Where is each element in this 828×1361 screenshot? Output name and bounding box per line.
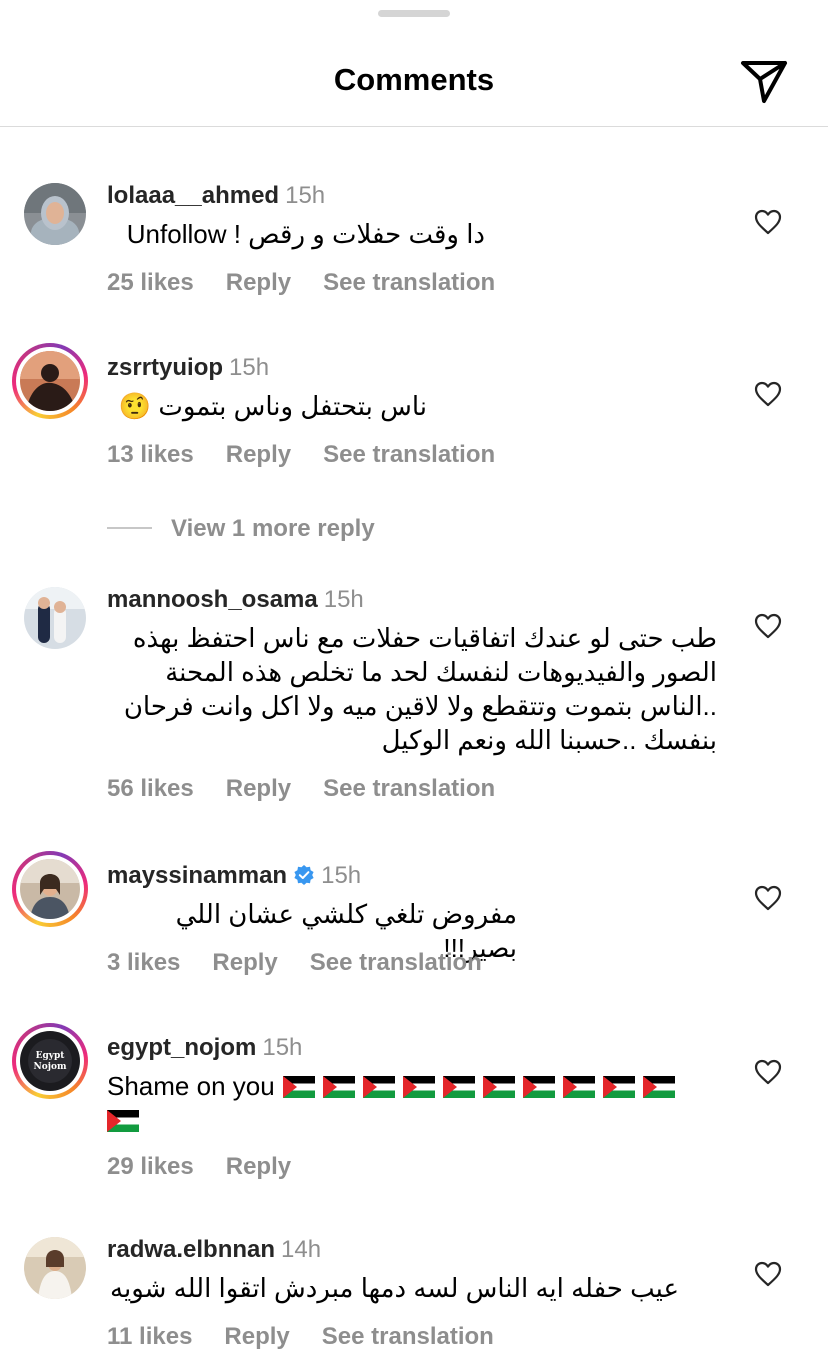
palestine-flag-icon (282, 1076, 315, 1098)
heart-icon[interactable] (754, 1261, 782, 1287)
comment-actions: 56 likes Reply See translation (107, 775, 527, 803)
timestamp: 15h (323, 586, 364, 613)
avatar-image (24, 183, 86, 245)
comment-text: طب حتى لو عندك اتفاقيات حفلات مع ناس احت… (123, 623, 717, 755)
username[interactable]: radwa.elbnnan (107, 1236, 275, 1263)
palestine-flag-icon (322, 1076, 355, 1098)
reply-button[interactable]: Reply (226, 441, 291, 468)
palestine-flag-icon (482, 1076, 515, 1098)
likes-count[interactable]: 25 likes (107, 269, 194, 296)
comment-actions: 25 likes Reply See translation (107, 269, 527, 297)
avatar-image: Egypt Nojom (20, 1031, 80, 1091)
comment-text: Shame on you (107, 1071, 275, 1101)
likes-count[interactable]: 56 likes (107, 775, 194, 802)
reply-button[interactable]: Reply (226, 775, 291, 802)
see-translation-button[interactable]: See translation (322, 1323, 494, 1350)
comments-header: Comments (0, 0, 828, 127)
see-translation-button[interactable]: See translation (323, 269, 495, 296)
see-translation-button[interactable]: See translation (310, 949, 482, 976)
avatar-image (20, 859, 80, 919)
divider (107, 527, 152, 529)
avatar-image (24, 1237, 86, 1299)
reply-button[interactable]: Reply (212, 949, 277, 976)
timestamp: 15h (321, 862, 362, 889)
heart-icon[interactable] (754, 381, 782, 407)
heart-icon[interactable] (754, 1059, 782, 1085)
username[interactable]: mayssinamman (107, 862, 287, 889)
likes-count[interactable]: 11 likes (107, 1323, 192, 1350)
avatar-image (24, 587, 86, 649)
view-more-replies-label: View 1 more reply (171, 515, 375, 542)
avatar-story-ring[interactable]: Egypt Nojom (12, 1023, 88, 1099)
palestine-flag-icon (602, 1076, 635, 1098)
timestamp: 15h (262, 1034, 303, 1061)
avatar[interactable] (24, 1237, 86, 1299)
username[interactable]: zsrrtyuiop (107, 354, 223, 381)
avatar-story-ring[interactable] (12, 343, 88, 419)
avatar-story-ring[interactable] (12, 851, 88, 927)
palestine-flag-icon (642, 1076, 675, 1098)
see-translation-button[interactable]: See translation (323, 775, 495, 802)
username[interactable]: mannoosh_osama (107, 586, 318, 613)
palestine-flag-icon (107, 1110, 139, 1132)
heart-icon[interactable] (754, 209, 782, 235)
palestine-flag-icon (562, 1076, 595, 1098)
see-translation-button[interactable]: See translation (323, 441, 495, 468)
likes-count[interactable]: 3 likes (107, 949, 180, 976)
page-title: Comments (333, 62, 495, 97)
likes-count[interactable]: 29 likes (107, 1153, 194, 1180)
heart-icon[interactable] (754, 613, 782, 639)
comment-actions: 11 likes Reply See translation (107, 1323, 526, 1351)
comment-actions: 13 likes Reply See translation (107, 441, 527, 469)
palestine-flag-icon (402, 1076, 435, 1098)
svg-text:Egypt: Egypt (36, 1051, 66, 1061)
reply-button[interactable]: Reply (226, 1153, 291, 1180)
reply-button[interactable]: Reply (226, 269, 291, 296)
reply-button[interactable]: Reply (224, 1323, 289, 1350)
comment-text: ناس بتحتفل وناس بتموت 🤨 (118, 391, 427, 421)
view-more-replies-button[interactable]: View 1 more reply (107, 515, 467, 545)
comment-actions: 29 likes Reply (107, 1153, 323, 1181)
avatar[interactable] (24, 587, 86, 649)
username[interactable]: lolaaa__ahmed (107, 182, 279, 209)
palestine-flag-icon (442, 1076, 475, 1098)
likes-count[interactable]: 13 likes (107, 441, 194, 468)
username[interactable]: egypt_nojom (107, 1034, 256, 1061)
palestine-flag-icon (522, 1076, 555, 1098)
avatar[interactable] (24, 183, 86, 245)
comment-text: عيب حفله ايه الناس لسه دمها مبردش اتقوا … (110, 1273, 679, 1303)
timestamp: 15h (285, 182, 326, 209)
palestine-flag-icon (362, 1076, 395, 1098)
comment-actions: 3 likes Reply See translation (107, 949, 514, 977)
comment-text: دا وقت حفلات و رقص ! Unfollow (126, 219, 485, 249)
heart-icon[interactable] (754, 885, 782, 911)
verified-badge-icon (294, 865, 314, 885)
svg-text:Nojom: Nojom (33, 1062, 66, 1072)
comment-text-block: Shame on you (107, 1069, 707, 1137)
avatar-image (20, 351, 80, 411)
send-icon[interactable] (738, 57, 790, 105)
timestamp: 15h (229, 354, 270, 381)
timestamp: 14h (281, 1236, 322, 1263)
